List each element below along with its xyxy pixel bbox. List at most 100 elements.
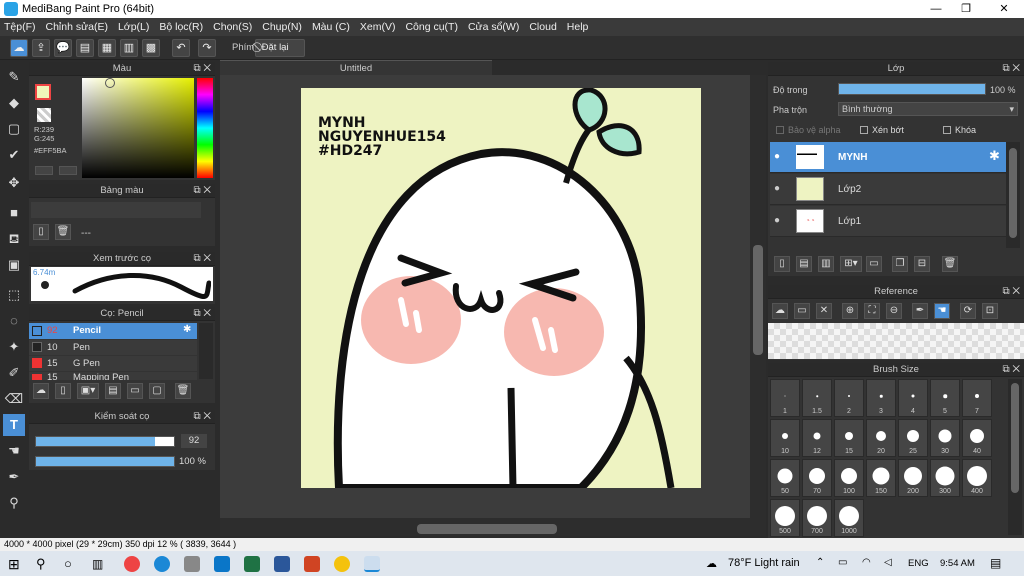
duplicate-layer-icon[interactable]: ❐ [892, 256, 908, 272]
clock[interactable]: 9:54 AM [940, 558, 975, 569]
horizontal-scroll-thumb[interactable] [417, 524, 557, 534]
menu-help[interactable]: Help [567, 18, 589, 36]
layer-row-mynh[interactable]: ● ▬▬▬▬ MYNH ✱ [770, 142, 1006, 173]
folder-icon[interactable]: ▭ [866, 256, 882, 272]
merge-layer-icon[interactable]: ⊟ [914, 256, 930, 272]
brush-size-cell[interactable]: 500 [770, 499, 800, 537]
hand-icon[interactable]: ☚ [934, 303, 950, 319]
brush-size-slider[interactable] [35, 436, 175, 447]
pipette-tool-icon[interactable]: ⚲ [3, 492, 25, 514]
brush-item-pen[interactable]: 10 Pen [29, 340, 197, 355]
file-explorer-icon[interactable] [184, 556, 200, 572]
weather-icon[interactable]: ☁ [706, 557, 717, 570]
undo-icon[interactable]: ↶ [172, 39, 190, 57]
delete-brush-icon[interactable]: 🗑 [175, 383, 191, 399]
brush-size-cell[interactable]: 12 [802, 419, 832, 457]
canvas-horizontal-scrollbar[interactable] [220, 522, 766, 536]
menu-layer[interactable]: Lớp(L) [118, 18, 149, 36]
maximize-button[interactable]: ❐ [952, 1, 980, 17]
color-picker-cursor[interactable] [105, 78, 115, 88]
new-halftone-layer-icon[interactable]: ▥ [818, 256, 834, 272]
new-palette-icon[interactable]: ▯ [33, 224, 49, 240]
brush-list-scrollbar[interactable] [199, 323, 213, 379]
brush-size-cell[interactable]: 700 [802, 499, 832, 537]
brush-size-cell[interactable]: 40 [962, 419, 992, 457]
speech-icon[interactable]: 💬 [54, 39, 72, 57]
brush-size-cell[interactable]: 15 [834, 419, 864, 457]
minimize-button[interactable]: — [922, 1, 950, 17]
select-eraser-tool-icon[interactable]: ⌫ [3, 388, 25, 410]
brush-size-cell[interactable]: 200 [898, 459, 928, 497]
zoom-out-icon[interactable]: ⊖ [886, 303, 902, 319]
page-icon[interactable]: ▦ [98, 39, 116, 57]
delete-layer-icon[interactable]: 🗑 [942, 256, 958, 272]
clip-checkbox[interactable]: Xén bớt [860, 125, 904, 135]
vertical-scroll-thumb[interactable] [753, 245, 763, 355]
gear-icon[interactable]: ✱ [183, 324, 191, 335]
select-pen-tool-icon[interactable]: ✐ [3, 362, 25, 384]
brush-item-pencil[interactable]: 92 Pencil ✱ [29, 323, 197, 339]
gear-icon[interactable]: ✱ [989, 148, 1000, 164]
transparent-swatch[interactable] [37, 108, 51, 122]
brush-size-value[interactable]: 92 [181, 434, 207, 448]
brush-item-mapping-pen[interactable]: 15 Mapping Pen [29, 372, 197, 380]
brush-size-cell[interactable]: 2 [834, 379, 864, 417]
new-layer-icon[interactable]: ▯ [774, 256, 790, 272]
rotate-icon[interactable]: ⟳ [960, 303, 976, 319]
frame-icon[interactable]: ⊡ [982, 303, 998, 319]
new-brush-icon[interactable]: ▯ [55, 383, 71, 399]
menu-file[interactable]: Tệp(F) [4, 18, 36, 36]
brush-item-gpen[interactable]: 15 G Pen [29, 356, 197, 371]
layer-row-lop2[interactable]: ● Lớp2 [770, 174, 1006, 205]
trash-icon[interactable]: 🗑 [55, 224, 71, 240]
reset-button[interactable]: ⃠ Đặt lại [255, 39, 305, 57]
brush-size-cell[interactable]: 70 [802, 459, 832, 497]
brush-size-cell[interactable]: 100 [834, 459, 864, 497]
canvas-tab[interactable]: Untitled [220, 60, 492, 75]
language-indicator[interactable]: ENG [908, 558, 929, 569]
artboard[interactable]: MYNH NGUYENHUE154 #HD247 [301, 88, 701, 488]
brush-size-cell[interactable]: 150 [866, 459, 896, 497]
brush-size-cell[interactable]: 25 [898, 419, 928, 457]
brush-size-scrollbar[interactable] [1008, 379, 1022, 535]
cortana-icon[interactable]: ○ [64, 556, 80, 572]
menu-edit[interactable]: Chỉnh sửa(E) [46, 18, 108, 36]
brush-size-cell[interactable]: 10 [770, 419, 800, 457]
edge-icon[interactable] [154, 556, 170, 572]
brush-size-cell[interactable]: 20 [866, 419, 896, 457]
color-option-button-1[interactable] [35, 166, 53, 175]
brush-size-cell[interactable]: 1 [770, 379, 800, 417]
text-tool-icon[interactable]: T [3, 414, 25, 436]
brush-size-cell[interactable]: 1000 [834, 499, 864, 537]
rectangle-tool-icon[interactable]: ▢ [3, 118, 25, 140]
select-rect-tool-icon[interactable]: ⬚ [3, 284, 25, 306]
menu-snap[interactable]: Chụp(N) [262, 18, 302, 36]
search-icon[interactable]: ⚲ [36, 556, 52, 572]
app-icon-1[interactable] [124, 556, 140, 572]
brush-size-cell[interactable]: 50 [770, 459, 800, 497]
fit-icon[interactable]: ⛶ [864, 303, 880, 319]
weather-text[interactable]: 78°F Light rain [728, 557, 800, 569]
brush-tool-icon[interactable]: ✎ [3, 66, 25, 88]
network-icon[interactable]: ◠ [862, 557, 871, 568]
eye-icon[interactable]: ● [774, 215, 780, 226]
hue-slider[interactable] [197, 78, 213, 178]
menu-filter[interactable]: Bộ lọc(R) [159, 18, 203, 36]
eye-icon[interactable]: ● [774, 151, 780, 162]
blend-mode-select[interactable]: Bình thường ▾ [838, 102, 1018, 116]
eyedropper-icon[interactable]: ✒ [912, 303, 928, 319]
comment-icon[interactable]: ▤ [76, 39, 94, 57]
cloud-icon[interactable]: ☁ [10, 39, 28, 57]
chrome-icon[interactable] [334, 556, 350, 572]
brush-size-cell[interactable]: 7 [962, 379, 992, 417]
grid-icon[interactable]: ▥ [120, 39, 138, 57]
bucket-tool-icon[interactable]: ⛾ [3, 228, 25, 250]
export-icon[interactable]: ⇪ [32, 39, 50, 57]
menu-tools[interactable]: Công cụ(T) [405, 18, 458, 36]
reference-image-area[interactable] [768, 323, 1024, 359]
lock-checkbox[interactable]: Khóa [943, 125, 976, 135]
word-icon[interactable] [274, 556, 290, 572]
palette-area[interactable] [31, 202, 201, 218]
add-brush-dropdown-icon[interactable]: ▣▾ [77, 383, 99, 399]
menu-cloud[interactable]: Cloud [529, 18, 556, 36]
